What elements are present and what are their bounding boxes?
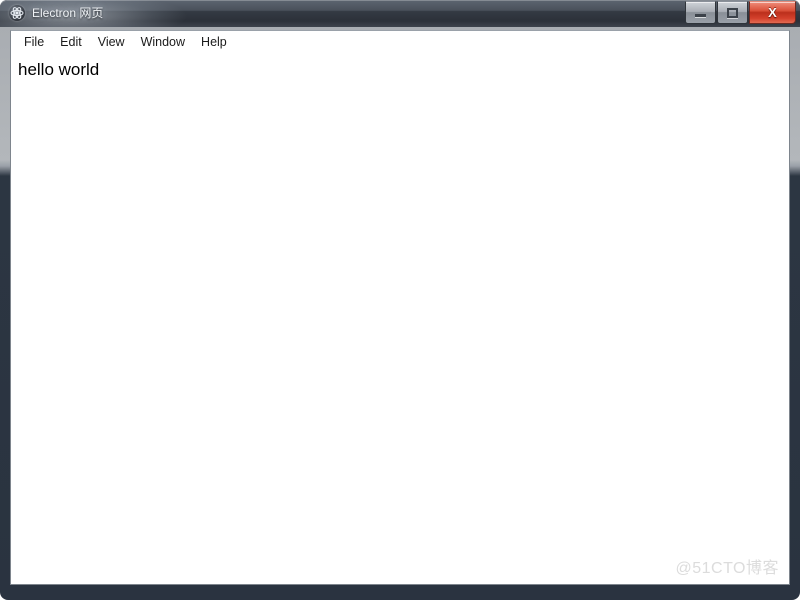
menu-item-edit[interactable]: Edit bbox=[52, 32, 90, 52]
maximize-restore-button[interactable] bbox=[717, 1, 748, 24]
window-controls: X bbox=[684, 1, 796, 24]
window-title: Electron 网页 bbox=[32, 6, 104, 20]
web-page-content: hello world @51CTO博客 bbox=[11, 53, 789, 584]
menu-item-view[interactable]: View bbox=[90, 32, 133, 52]
close-icon: X bbox=[768, 5, 777, 20]
watermark-label: @51CTO博客 bbox=[675, 560, 779, 577]
minimize-icon bbox=[695, 14, 706, 17]
application-menubar: File Edit View Window Help bbox=[11, 31, 789, 53]
menu-item-file[interactable]: File bbox=[16, 32, 52, 52]
maximize-icon bbox=[727, 7, 738, 18]
menu-item-help[interactable]: Help bbox=[193, 32, 235, 52]
electron-atom-icon bbox=[9, 5, 25, 21]
close-button[interactable]: X bbox=[749, 1, 796, 24]
page-body-text: hello world bbox=[18, 60, 100, 79]
window-titlebar[interactable]: Electron 网页 X bbox=[0, 0, 800, 27]
titlebar-title-group: Electron 网页 bbox=[9, 3, 103, 23]
menu-item-window[interactable]: Window bbox=[133, 32, 193, 52]
application-window: Electron 网页 X File Edit View Window Help… bbox=[0, 0, 800, 600]
minimize-button[interactable] bbox=[685, 1, 716, 24]
window-client-area: File Edit View Window Help hello world @… bbox=[10, 30, 790, 585]
